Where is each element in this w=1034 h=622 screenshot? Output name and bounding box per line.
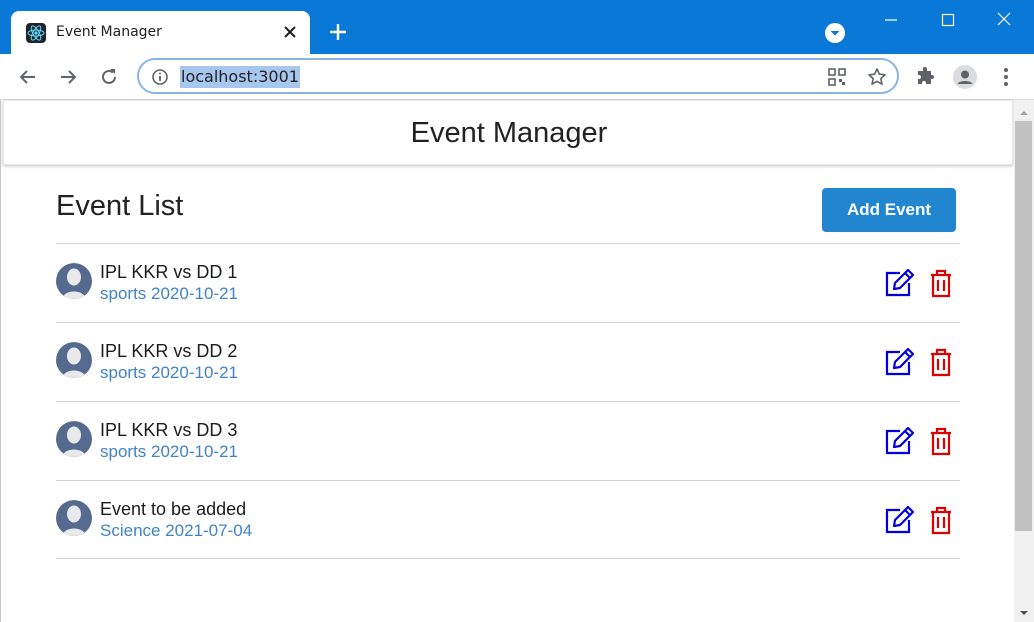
user-avatar-icon — [56, 500, 92, 536]
extensions-icon[interactable] — [914, 65, 938, 89]
tab-close-icon[interactable] — [279, 21, 301, 43]
bookmark-star-icon[interactable] — [867, 67, 887, 87]
edit-icon[interactable] — [883, 426, 915, 456]
address-url[interactable]: localhost:3001 — [180, 66, 300, 88]
close-window-icon[interactable] — [981, 6, 1027, 32]
event-row: IPL KKR vs DD 3 sports 2020-10-21 — [56, 401, 960, 480]
event-name: IPL KKR vs DD 1 — [100, 262, 238, 282]
event-name: IPL KKR vs DD 3 — [100, 420, 238, 440]
edit-icon[interactable] — [883, 505, 915, 535]
browser-toolbar: localhost:3001 — [0, 54, 1034, 100]
scroll-down-arrow-icon[interactable] — [1019, 605, 1029, 615]
edit-icon[interactable] — [883, 268, 915, 298]
user-avatar-icon — [56, 421, 92, 457]
event-row: Event to be added Science 2021-07-04 — [56, 480, 960, 559]
maximize-icon[interactable] — [925, 6, 971, 32]
scrollbar-thumb[interactable] — [1015, 121, 1032, 531]
event-row: IPL KKR vs DD 2 sports 2020-10-21 — [56, 322, 960, 401]
event-meta: sports 2020-10-21 — [100, 363, 238, 382]
profile-avatar-icon[interactable] — [953, 65, 977, 89]
site-info-icon[interactable] — [151, 68, 169, 86]
app-header: Event Manager — [3, 100, 1013, 165]
trash-icon[interactable] — [929, 347, 953, 377]
menu-kebab-icon[interactable] — [994, 65, 1018, 89]
event-list: IPL KKR vs DD 1 sports 2020-10-21 IPL KK… — [56, 243, 960, 559]
scroll-up-arrow-icon[interactable] — [1019, 105, 1029, 115]
minimize-icon[interactable] — [868, 6, 914, 32]
trash-icon[interactable] — [929, 505, 953, 535]
event-meta: sports 2020-10-21 — [100, 442, 238, 461]
browser-tab[interactable]: Event Manager — [11, 11, 310, 54]
tab-title: Event Manager — [56, 24, 162, 40]
react-logo-icon — [26, 23, 46, 43]
trash-icon[interactable] — [929, 426, 953, 456]
forward-arrow-icon[interactable] — [55, 64, 81, 90]
address-bar[interactable]: localhost:3001 — [137, 58, 899, 94]
event-list-heading: Event List — [56, 190, 184, 222]
add-event-button[interactable]: Add Event — [822, 188, 956, 232]
edit-icon[interactable] — [883, 347, 915, 377]
reload-icon[interactable] — [96, 64, 122, 90]
event-name: Event to be added — [100, 499, 247, 519]
new-tab-icon[interactable] — [326, 20, 350, 44]
event-meta: sports 2020-10-21 — [100, 284, 238, 303]
tab-search-icon[interactable] — [825, 23, 845, 43]
browser-titlebar: Event Manager — [0, 0, 1034, 54]
event-meta: Science 2021-07-04 — [100, 521, 253, 540]
vertical-scrollbar[interactable] — [1014, 100, 1034, 622]
page-title: Event Manager — [410, 117, 608, 149]
qr-code-icon[interactable] — [827, 67, 847, 87]
back-arrow-icon[interactable] — [15, 64, 41, 90]
user-avatar-icon — [56, 263, 92, 299]
event-name: IPL KKR vs DD 2 — [100, 341, 238, 361]
page-viewport: Event Manager Event List Add Event IPL K… — [0, 100, 1014, 622]
user-avatar-icon — [56, 342, 92, 378]
event-row: IPL KKR vs DD 1 sports 2020-10-21 — [56, 243, 960, 322]
trash-icon[interactable] — [929, 268, 953, 298]
